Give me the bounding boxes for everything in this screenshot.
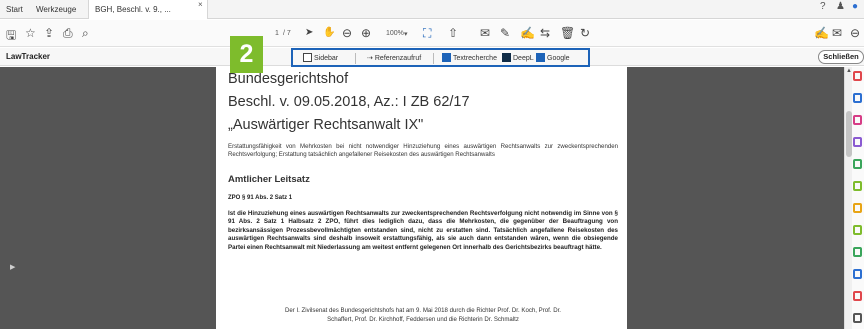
mail-icon[interactable]: ✉ — [832, 26, 842, 40]
court-name: Bundesgerichtshof — [228, 71, 349, 87]
create-pdf-icon[interactable] — [853, 115, 862, 125]
footer-line-2: Schaffert, Prof. Dr. Kirchhoff, Fedderse… — [327, 316, 519, 323]
referenzaufruf-button[interactable]: ⇢ Referenzaufruf — [367, 53, 421, 64]
google-button[interactable]: Google — [536, 53, 570, 64]
divider — [355, 53, 356, 64]
export-pdf-icon[interactable] — [853, 71, 862, 81]
tab-tools[interactable]: Werkzeuge — [30, 0, 82, 19]
page-total: / 7 — [283, 30, 291, 37]
delete-icon[interactable]: 🗑 — [560, 26, 575, 40]
reference-icon: ⇢ — [367, 55, 373, 62]
tab-document[interactable]: BGH, Beschl. v. 9., ... — [88, 0, 208, 19]
sidebar-button[interactable]: Sidebar — [303, 53, 338, 64]
comment-icon[interactable]: ✉ — [480, 26, 490, 40]
close-plugin-button[interactable]: Schließen — [818, 50, 864, 64]
save-icon[interactable]: 🖫 — [6, 26, 16, 47]
expand-panel-icon[interactable]: ▶ — [10, 263, 15, 271]
footer-line-1: Der I. Zivilsenat des Bundesgerichtshofs… — [284, 307, 562, 314]
sign-tool-icon[interactable]: ✍ — [814, 26, 829, 40]
pdf-page: Bundesgerichtshof Beschl. v. 09.05.2018,… — [216, 67, 627, 329]
tab-start[interactable]: Start — [0, 0, 29, 19]
scroll-mode-icon[interactable]: ⇧ — [448, 26, 458, 40]
tab-bar: Start Werkzeuge BGH, Beschl. v. 9., ... … — [0, 0, 864, 19]
tab-close-icon[interactable]: × — [198, 0, 203, 9]
referenzaufruf-label: Referenzaufruf — [374, 55, 422, 62]
google-icon — [536, 53, 545, 62]
comment-tool-icon[interactable] — [853, 137, 862, 147]
notification-icon[interactable]: ♟ — [836, 1, 845, 12]
main-toolbar: 🖫 ☆ ⇪ ⎙ ⌕ 1 / 7 ➤ ✋ ⊖ ⊕ 100% ▾ ⛶ ⇧ ✉ ✎ ✍… — [0, 20, 864, 47]
case-reference: Beschl. v. 09.05.2018, Az.: I ZB 62/17 — [228, 94, 470, 110]
right-tools-pane — [852, 67, 864, 329]
zoom-in-icon[interactable]: ⊕ — [361, 26, 371, 40]
zoom-out-icon[interactable]: ⊖ — [342, 26, 352, 40]
sign-icon[interactable]: ✍ — [520, 26, 535, 40]
lawtracker-toolbar: Sidebar ⇢ Referenzaufruf Textrecherche De… — [291, 48, 590, 67]
more-tools-pane-icon[interactable] — [853, 313, 862, 323]
combine-files-icon[interactable] — [853, 159, 862, 169]
page-current[interactable]: 1 — [275, 30, 279, 37]
upload-icon[interactable]: ⇪ — [44, 26, 54, 40]
compress-icon[interactable] — [853, 203, 862, 213]
fill-sign-icon[interactable] — [853, 225, 862, 235]
print-icon[interactable]: ⎙ — [63, 26, 73, 41]
vertical-scrollbar[interactable]: ▲ — [844, 67, 852, 329]
divider — [433, 53, 434, 64]
redact-icon[interactable] — [853, 291, 862, 301]
textrecherche-label: Textrecherche — [453, 55, 497, 62]
fit-page-icon[interactable]: ⛶ — [423, 26, 431, 41]
sidebar-label: Sidebar — [314, 55, 339, 62]
leitsatz-text: Ist die Hinzuziehung eines auswärtigen R… — [228, 210, 618, 251]
textsearch-icon — [442, 53, 451, 62]
case-summary: Erstattungsfähigkeit von Mehrkosten bei … — [228, 143, 618, 159]
zoom-level[interactable]: 100% — [386, 30, 404, 37]
pen-icon[interactable]: ✎ — [500, 26, 510, 40]
protect-icon[interactable] — [853, 269, 862, 279]
plugin-name: LawTracker — [6, 52, 51, 61]
send-review-icon[interactable] — [853, 247, 862, 257]
account-icon[interactable]: ● — [852, 1, 858, 12]
textrecherche-button[interactable]: Textrecherche — [442, 53, 497, 64]
zoom-dropdown-icon[interactable]: ▾ — [404, 30, 408, 38]
bookmark-icon[interactable]: ☆ — [25, 26, 36, 40]
more-tools-icon[interactable]: ⊖ — [850, 26, 860, 40]
norm-reference: ZPO § 91 Abs. 2 Satz 1 — [228, 195, 293, 201]
case-title: „Auswärtiger Rechtsanwalt IX" — [228, 117, 424, 133]
help-icon[interactable]: ? — [820, 1, 826, 12]
edit-pdf-icon[interactable] — [853, 93, 862, 103]
step-badge: 2 — [230, 36, 263, 73]
google-label: Google — [547, 55, 570, 62]
section-heading: Amtlicher Leitsatz — [228, 174, 310, 185]
search-icon[interactable]: ⌕ — [82, 26, 89, 41]
select-cursor-icon[interactable]: ➤ — [305, 27, 313, 38]
sidebar-icon — [303, 53, 312, 62]
rotate-icon[interactable]: ↻ — [580, 26, 590, 40]
deepl-label: DeepL — [513, 55, 534, 62]
share-icon[interactable]: ⇆ — [540, 26, 550, 40]
organize-pages-icon[interactable] — [853, 181, 862, 191]
deepl-icon — [502, 53, 511, 62]
hand-tool-icon[interactable]: ✋ — [323, 27, 335, 38]
tab-document-label: BGH, Beschl. v. 9., ... — [95, 5, 171, 14]
deepl-button[interactable]: DeepL — [502, 53, 534, 64]
